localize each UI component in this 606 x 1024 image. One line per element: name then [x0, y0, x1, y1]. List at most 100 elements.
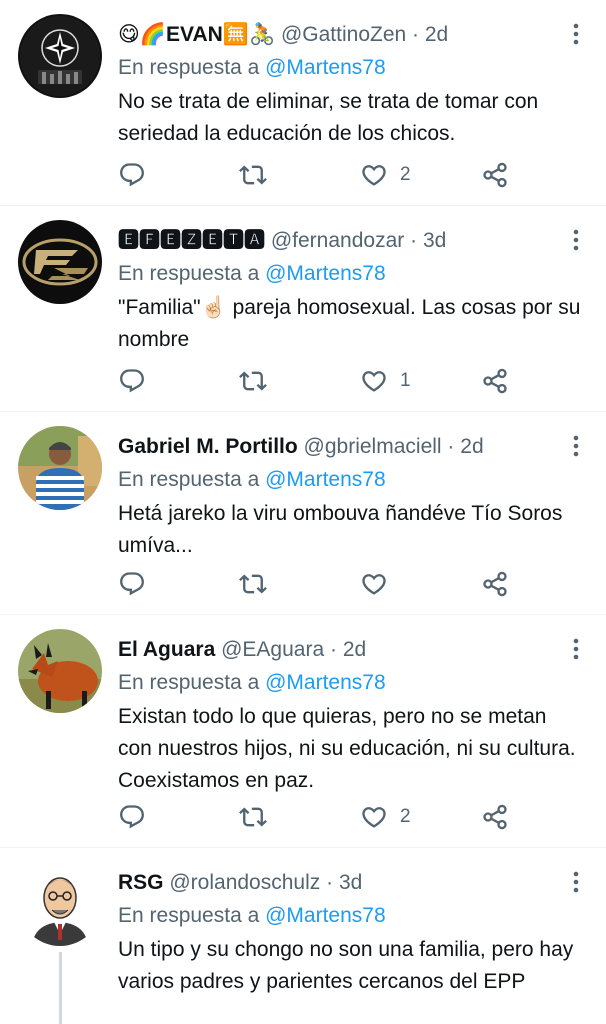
- maned-wolf-photo-icon: [18, 629, 102, 713]
- reply-prefix: En respuesta a: [118, 56, 260, 79]
- share-icon: [481, 161, 509, 189]
- reply-icon: [118, 570, 146, 598]
- tweet-header: Gabriel M. Portillo @gbrielmaciell · 2d: [118, 430, 566, 464]
- tweet[interactable]: 😋🌈EVAN🈚🚴 @GattinoZen · 2d En respuesta a…: [0, 0, 606, 206]
- retweet-icon: [239, 570, 267, 598]
- heart-icon: [360, 161, 388, 189]
- retweet-button[interactable]: [239, 567, 279, 601]
- display-name[interactable]: 🅴🅵🅴🆉🅴🆃🅰: [118, 229, 265, 252]
- share-button[interactable]: [481, 567, 509, 601]
- reply-context: En respuesta a @Martens78: [118, 667, 386, 699]
- share-icon: [481, 803, 509, 831]
- like-button[interactable]: [360, 567, 400, 601]
- reply-context: En respuesta a @Martens78: [118, 900, 386, 932]
- timestamp[interactable]: 2d: [425, 23, 448, 46]
- reply-button[interactable]: [118, 158, 158, 192]
- retweet-button[interactable]: [239, 800, 279, 834]
- more-options-icon[interactable]: [566, 635, 586, 663]
- tweet-actions: [118, 567, 546, 601]
- reply-context: En respuesta a @Martens78: [118, 52, 386, 84]
- retweet-icon: [239, 803, 267, 831]
- share-button[interactable]: [481, 364, 509, 398]
- like-button[interactable]: 2: [360, 158, 411, 192]
- thread-connector-line: [59, 952, 62, 1024]
- tweet-actions: 1: [118, 364, 546, 398]
- avatar-star-logo[interactable]: [18, 14, 102, 98]
- display-name[interactable]: Gabriel M. Portillo: [118, 435, 298, 458]
- reply-mention-link[interactable]: @Martens78: [265, 671, 386, 694]
- avatar-person-photo[interactable]: [18, 426, 102, 510]
- display-name[interactable]: 😋🌈EVAN🈚🚴: [118, 23, 275, 46]
- reply-icon: [118, 803, 146, 831]
- reply-button[interactable]: [118, 800, 158, 834]
- heart-icon: [360, 570, 388, 598]
- share-button[interactable]: [481, 800, 509, 834]
- tweet-text: No se trata de eliminar, se trata de tom…: [118, 90, 539, 145]
- more-options-icon[interactable]: [566, 432, 586, 460]
- timestamp[interactable]: 3d: [423, 229, 446, 252]
- share-button[interactable]: [481, 158, 509, 192]
- separator-dot: ·: [412, 23, 420, 46]
- user-handle[interactable]: @gbrielmaciell: [304, 435, 442, 458]
- reply-icon: [118, 367, 146, 395]
- star-logo-icon: [18, 14, 102, 98]
- reply-context: En respuesta a @Martens78: [118, 258, 386, 290]
- like-button[interactable]: 2: [360, 800, 411, 834]
- timestamp[interactable]: 2d: [343, 638, 366, 661]
- tweet-header: 😋🌈EVAN🈚🚴 @GattinoZen · 2d: [118, 18, 566, 52]
- avatar-fz-logo[interactable]: [18, 220, 102, 304]
- tweet-text: Hetá jareko la viru ombouva ñandéve Tío …: [118, 502, 563, 557]
- tweet-text: Existan todo lo que quieras, pero no se …: [118, 705, 576, 792]
- separator-dot: ·: [329, 638, 337, 661]
- heart-icon: [360, 367, 388, 395]
- share-icon: [481, 570, 509, 598]
- reply-mention-link[interactable]: @Martens78: [265, 904, 386, 927]
- user-handle[interactable]: @rolandoschulz: [169, 871, 320, 894]
- display-name[interactable]: RSG: [118, 871, 164, 894]
- like-count: 2: [400, 806, 411, 827]
- avatar-maned-wolf-photo[interactable]: [18, 629, 102, 713]
- timestamp[interactable]: 3d: [339, 871, 362, 894]
- reply-button[interactable]: [118, 364, 158, 398]
- user-handle[interactable]: @EAguara: [221, 638, 324, 661]
- reply-icon: [118, 161, 146, 189]
- tweet[interactable]: Gabriel M. Portillo @gbrielmaciell · 2d …: [0, 412, 606, 615]
- reply-mention-link[interactable]: @Martens78: [265, 468, 386, 491]
- display-name[interactable]: El Aguara: [118, 638, 215, 661]
- reply-prefix: En respuesta a: [118, 671, 260, 694]
- tweet-actions: 2: [118, 800, 546, 834]
- reply-button[interactable]: [118, 567, 158, 601]
- reply-prefix: En respuesta a: [118, 262, 260, 285]
- reply-context: En respuesta a @Martens78: [118, 464, 386, 496]
- tweet-header: 🅴🅵🅴🆉🅴🆃🅰 @fernandozar · 3d: [118, 224, 566, 258]
- tweet-header: El Aguara @EAguara · 2d: [118, 633, 566, 667]
- more-options-icon[interactable]: [566, 20, 586, 48]
- reply-mention-link[interactable]: @Martens78: [265, 262, 386, 285]
- user-handle[interactable]: @fernandozar: [271, 229, 404, 252]
- retweet-button[interactable]: [239, 364, 279, 398]
- separator-dot: ·: [447, 435, 455, 458]
- tweet-text: "Familia"☝🏻 pareja homosexual. Las cosas…: [118, 296, 581, 351]
- retweet-icon: [239, 367, 267, 395]
- tweet[interactable]: 🅴🅵🅴🆉🅴🆃🅰 @fernandozar · 3d En respuesta a…: [0, 206, 606, 412]
- heart-icon: [360, 803, 388, 831]
- more-options-icon[interactable]: [566, 868, 586, 896]
- more-options-icon[interactable]: [566, 226, 586, 254]
- tweet[interactable]: RSG @rolandoschulz · 3d En respuesta a @…: [0, 848, 606, 1024]
- like-count: 1: [400, 370, 411, 391]
- user-handle[interactable]: @GattinoZen: [281, 23, 406, 46]
- retweet-button[interactable]: [239, 158, 279, 192]
- tweet-text: Un tipo y su chongo no son una familia, …: [118, 938, 574, 993]
- tweet-actions: 2: [118, 158, 546, 192]
- reply-mention-link[interactable]: @Martens78: [265, 56, 386, 79]
- timestamp[interactable]: 2d: [460, 435, 483, 458]
- fz-logo-icon: [18, 220, 102, 304]
- like-count: 2: [400, 164, 411, 185]
- tweet[interactable]: El Aguara @EAguara · 2d En respuesta a @…: [0, 615, 606, 848]
- share-icon: [481, 367, 509, 395]
- like-button[interactable]: 1: [360, 364, 411, 398]
- reply-prefix: En respuesta a: [118, 468, 260, 491]
- avatar-cartoon-man[interactable]: [18, 862, 102, 946]
- person-photo-icon: [18, 426, 102, 510]
- separator-dot: ·: [326, 871, 334, 894]
